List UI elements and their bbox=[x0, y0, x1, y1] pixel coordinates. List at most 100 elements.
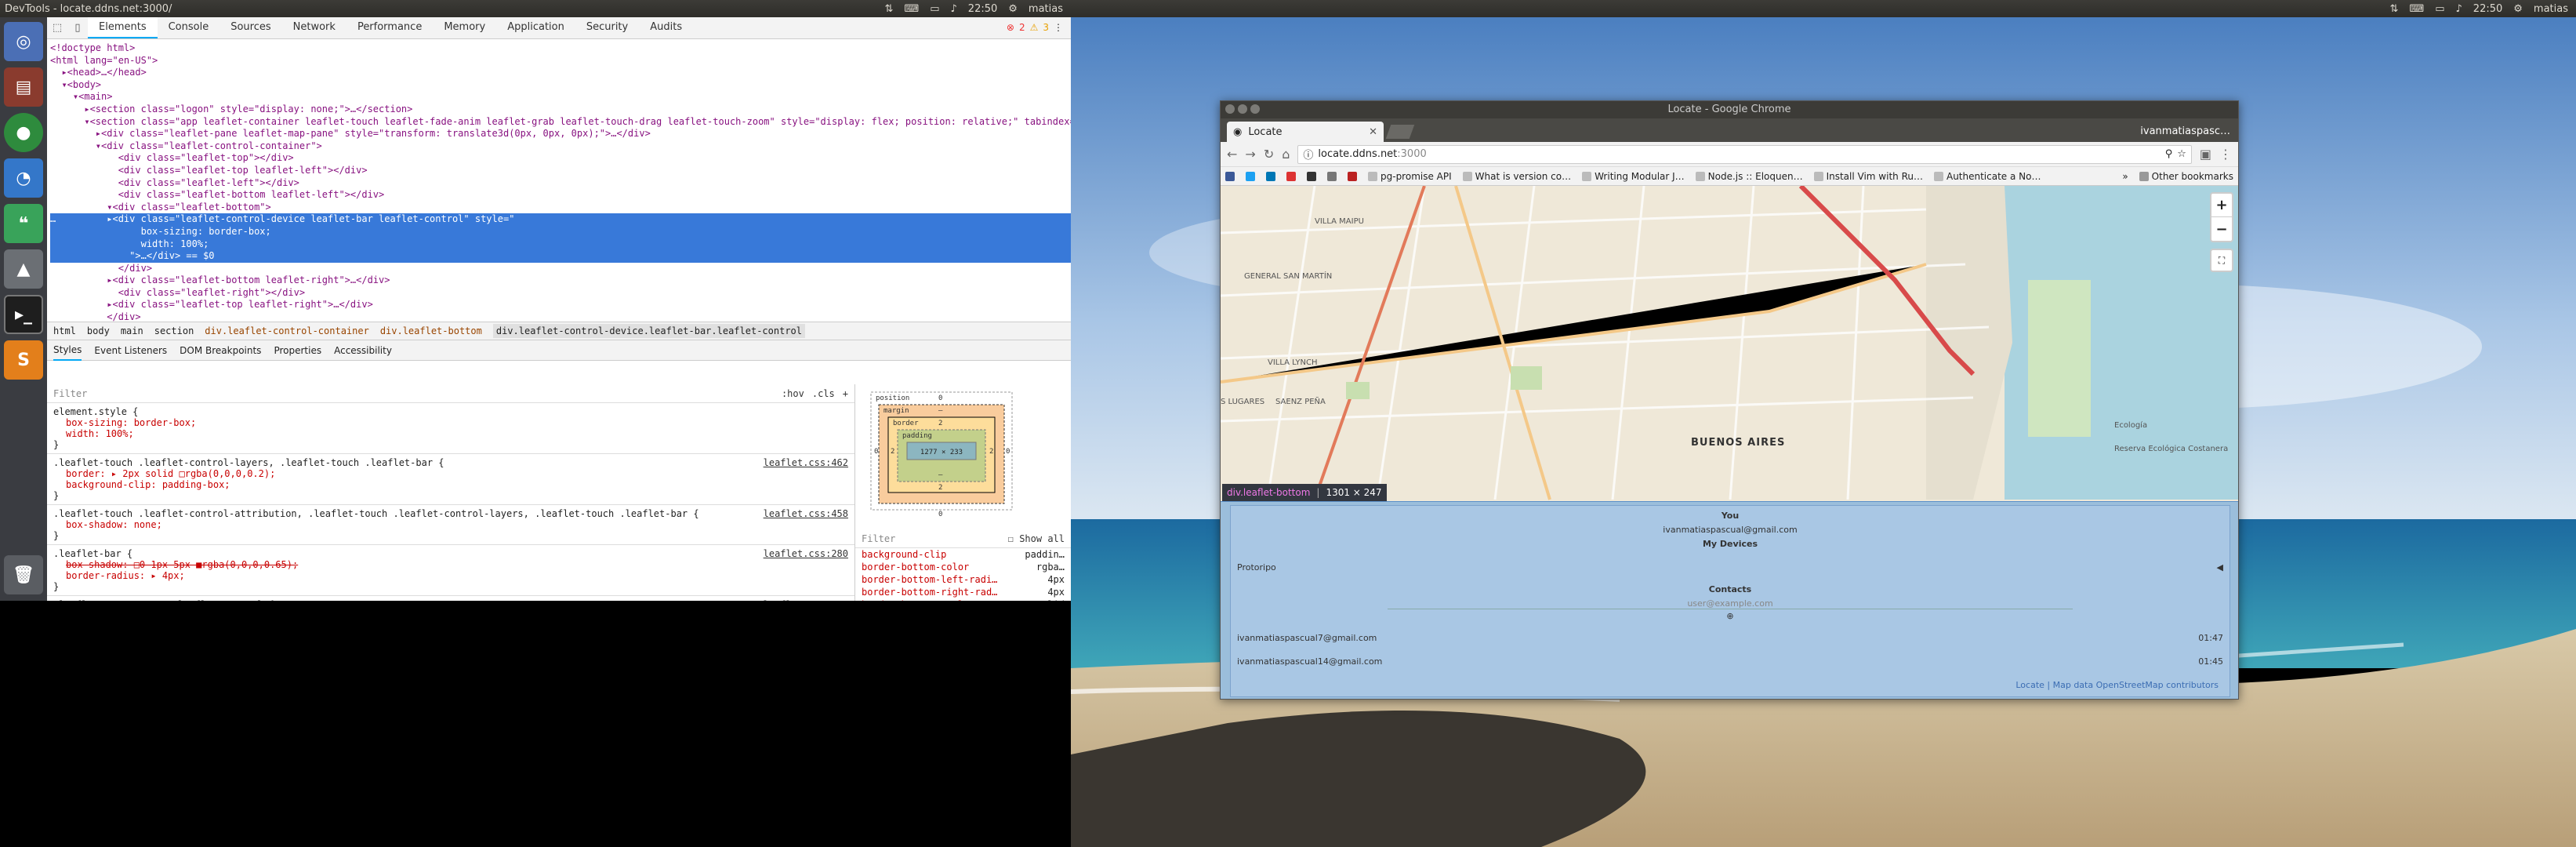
zoom-out-button[interactable]: − bbox=[2211, 217, 2232, 241]
zoom-in-button[interactable]: + bbox=[2211, 194, 2232, 217]
tab-memory[interactable]: Memory bbox=[433, 17, 496, 38]
bookmark-star-icon[interactable]: ☆ bbox=[2177, 148, 2186, 160]
close-tab-icon[interactable]: ✕ bbox=[1369, 126, 1377, 138]
volume-icon[interactable]: ♪ bbox=[951, 3, 957, 15]
battery-icon[interactable]: ▭ bbox=[930, 3, 939, 15]
subtab-event-listeners[interactable]: Event Listeners bbox=[94, 345, 167, 356]
rule-source-link[interactable]: leaflet.css:458 bbox=[764, 508, 848, 519]
add-rule-icon[interactable]: + bbox=[843, 388, 848, 399]
rule-source-link[interactable]: leaflet.css:280 bbox=[764, 548, 848, 559]
error-count[interactable]: 2 bbox=[1019, 22, 1025, 33]
bookmark-item[interactable]: Install Vim with Ru… bbox=[1813, 171, 1923, 182]
css-property[interactable]: width: 100%; bbox=[53, 428, 848, 439]
dom-line[interactable]: <html lang="en-US"> bbox=[50, 55, 1071, 67]
show-all-checkbox[interactable]: ☐ Show all bbox=[1008, 533, 1065, 544]
dom-line[interactable]: </div> bbox=[50, 311, 1071, 322]
facebook-icon[interactable] bbox=[1225, 171, 1235, 181]
more-bookmarks-icon[interactable]: » bbox=[2122, 171, 2128, 182]
dom-line[interactable]: <!doctype html> bbox=[50, 42, 1071, 55]
breadcrumb-item[interactable]: div.leaflet-bottom bbox=[380, 325, 482, 336]
address-bar[interactable]: ⓘ locate.ddns.net:3000 ⚲ ☆ bbox=[1297, 144, 2192, 164]
forward-icon[interactable]: → bbox=[1245, 147, 1255, 162]
computed-row[interactable]: background-clip paddin… bbox=[855, 548, 1071, 561]
device-expand-icon[interactable]: ◀ bbox=[2217, 562, 2223, 573]
dom-line-selected[interactable]: … ▸<div class="leaflet-control-device le… bbox=[50, 213, 1071, 226]
bookmark-item[interactable]: Node.js :: Eloquen… bbox=[1695, 171, 1803, 182]
dom-tree[interactable]: <!doctype html> <html lang="en-US"> ▸<hea… bbox=[47, 39, 1071, 322]
css-property[interactable]: box-shadow: none; bbox=[53, 519, 848, 530]
close-window-icon[interactable] bbox=[1225, 104, 1235, 114]
subtab-dom-breakpoints[interactable]: DOM Breakpoints bbox=[180, 345, 261, 356]
subtab-properties[interactable]: Properties bbox=[274, 345, 321, 356]
tab-audits[interactable]: Audits bbox=[639, 17, 693, 38]
rule-selector[interactable]: .leaflet-touch .leaflet-control-layers, … bbox=[53, 457, 848, 468]
breadcrumb-item[interactable]: div.leaflet-control-device.leaflet-bar.l… bbox=[492, 324, 805, 338]
app-icon[interactable]: ◔ bbox=[4, 158, 43, 198]
dom-line[interactable]: ▸<div class="leaflet-bottom leaflet-righ… bbox=[50, 274, 1071, 287]
zoom-icon[interactable]: ⚲ bbox=[2165, 148, 2173, 160]
rule-selector[interactable]: .leaflet-touch .leaflet-control-attribut… bbox=[53, 508, 848, 519]
maximize-window-icon[interactable] bbox=[1250, 104, 1260, 114]
reload-icon[interactable]: ↻ bbox=[1264, 147, 1274, 162]
add-contact-icon[interactable]: ⊕ bbox=[1231, 611, 2230, 621]
rule-selector[interactable]: element.style { bbox=[53, 406, 848, 417]
sublime-icon[interactable]: S bbox=[4, 340, 43, 380]
tab-security[interactable]: Security bbox=[575, 17, 639, 38]
clock[interactable]: 22:50 bbox=[968, 3, 997, 15]
device-item[interactable]: Protoripo bbox=[1237, 562, 1276, 573]
clock[interactable]: 22:50 bbox=[2473, 3, 2502, 15]
github-icon[interactable] bbox=[1307, 171, 1316, 181]
dom-line[interactable]: </div> bbox=[50, 263, 1071, 275]
software-icon[interactable]: ▲ bbox=[4, 249, 43, 289]
network-icon[interactable]: ⇅ bbox=[885, 3, 894, 15]
device-toggle-icon[interactable]: ▯ bbox=[67, 17, 88, 38]
bookmark-item[interactable]: pg-promise API bbox=[1368, 171, 1452, 182]
chrome-icon[interactable]: ● bbox=[4, 113, 43, 152]
dom-line-selected[interactable]: width: 100%; bbox=[50, 238, 1071, 251]
linkedin-icon[interactable] bbox=[1266, 171, 1275, 181]
dom-line[interactable]: ▸<div class="leaflet-top leaflet-right">… bbox=[50, 299, 1071, 311]
breadcrumb-item[interactable]: section bbox=[154, 325, 194, 336]
contact-input[interactable]: user@example.com bbox=[1388, 598, 2073, 609]
css-property[interactable]: box-sizing: border-box; bbox=[53, 417, 848, 428]
volume-icon[interactable]: ♪ bbox=[2456, 3, 2462, 15]
dom-line[interactable]: <div class="leaflet-top"></div> bbox=[50, 152, 1071, 165]
css-property[interactable]: border: ▸ 2px solid □rgba(0,0,0,0.2); bbox=[53, 468, 848, 479]
hov-toggle[interactable]: :hov bbox=[782, 388, 804, 399]
computed-row[interactable]: border-bottom-color rgba… bbox=[855, 561, 1071, 573]
dom-line[interactable]: ▸<head>…</head> bbox=[50, 67, 1071, 79]
back-icon[interactable]: ← bbox=[1227, 147, 1237, 162]
computed-row[interactable]: border-bottom-right-rad… 4px bbox=[855, 586, 1071, 598]
more-menu-icon[interactable]: ⋮ bbox=[1054, 22, 1063, 33]
tab-locate[interactable]: ◉ Locate ✕ bbox=[1227, 122, 1384, 142]
contact-email[interactable]: ivanmatiaspascual7@gmail.com bbox=[1237, 633, 1377, 643]
tab-application[interactable]: Application bbox=[496, 17, 575, 38]
battery-icon[interactable]: ▭ bbox=[2435, 3, 2444, 15]
rule-source-link[interactable]: leaflet.css:462 bbox=[764, 457, 848, 468]
home-icon[interactable]: ⌂ bbox=[1282, 147, 1290, 162]
dom-line[interactable]: ▾<div class="leaflet-control-container"> bbox=[50, 140, 1071, 153]
map[interactable]: VILLA MAIPU GENERAL SAN MARTÍN VILLA LYN… bbox=[1221, 186, 2238, 699]
css-property[interactable]: box-shadow: □0 1px 5px ■rgba(0,0,0,0.65)… bbox=[53, 559, 848, 570]
dom-line[interactable]: <div class="leaflet-right"></div> bbox=[50, 287, 1071, 300]
settings-icon[interactable]: ⚙ bbox=[2513, 3, 2523, 15]
warning-count[interactable]: 3 bbox=[1043, 22, 1049, 33]
tab-performance[interactable]: Performance bbox=[346, 17, 433, 38]
dom-line[interactable]: <div class="leaflet-top leaflet-left"></… bbox=[50, 165, 1071, 177]
css-property[interactable]: background-clip: padding-box; bbox=[53, 479, 848, 490]
hangouts-icon[interactable]: ❝ bbox=[4, 204, 43, 243]
bookmark-item[interactable]: Authenticate a No… bbox=[1933, 171, 2041, 182]
bookmark-item[interactable]: What is version co… bbox=[1462, 171, 1571, 182]
settings-icon[interactable]: ⚙ bbox=[1008, 3, 1018, 15]
breadcrumb-item[interactable]: div.leaflet-control-container bbox=[205, 325, 369, 336]
keyboard-icon[interactable]: ⌨ bbox=[904, 3, 919, 15]
subtab-styles[interactable]: Styles bbox=[53, 340, 82, 361]
extension-icon[interactable]: ▣ bbox=[2200, 147, 2211, 162]
selected-dom-node[interactable]: … ▸<div class="leaflet-control-device le… bbox=[50, 213, 1071, 263]
tab-network[interactable]: Network bbox=[282, 17, 346, 38]
computed-filter-input[interactable]: Filter bbox=[862, 533, 895, 544]
map-attribution[interactable]: Locate | Map data OpenStreetMap contribu… bbox=[2015, 680, 2219, 690]
dom-line[interactable]: ▸<div class="leaflet-pane leaflet-map-pa… bbox=[50, 128, 1071, 140]
dom-line[interactable]: ▾<section class="app leaflet-container l… bbox=[50, 116, 1071, 129]
other-bookmarks[interactable]: Other bookmarks bbox=[2139, 171, 2233, 182]
